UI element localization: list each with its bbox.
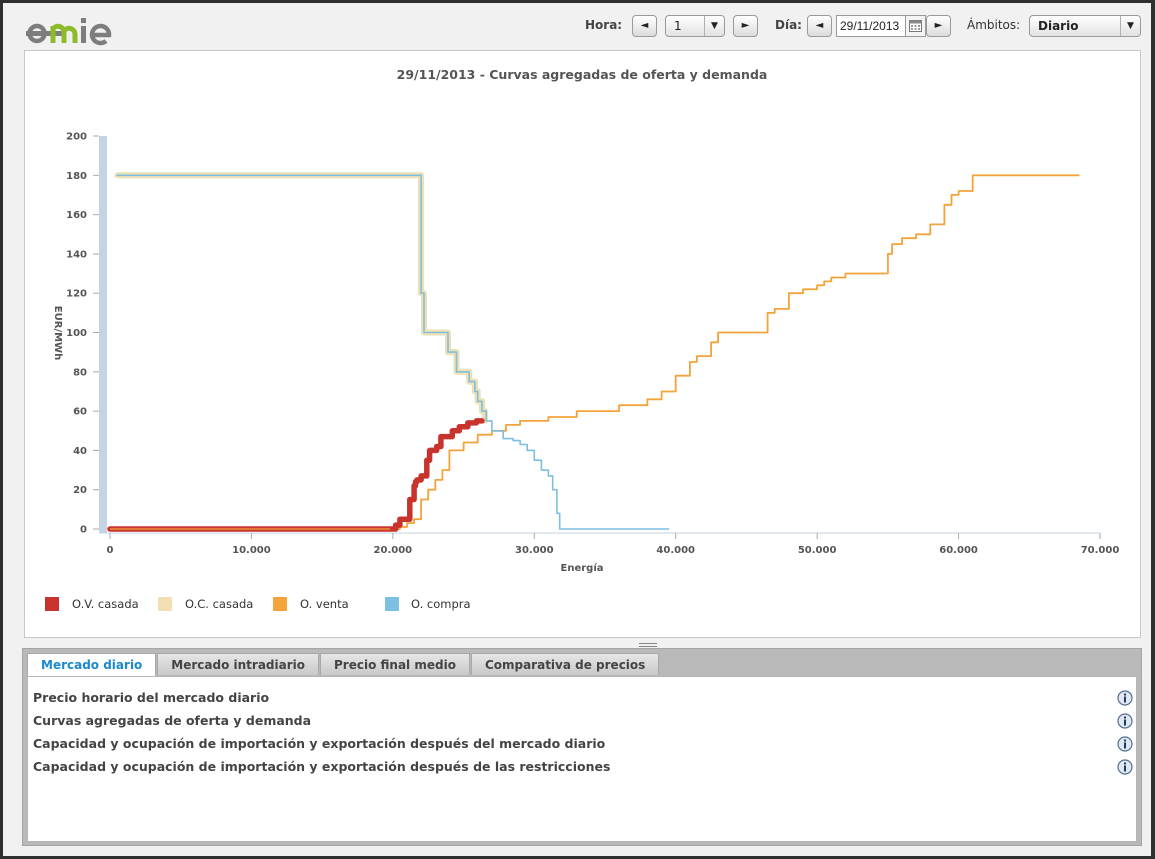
- legend-swatch: [45, 597, 59, 611]
- x-tick-label: 70.000: [1081, 545, 1120, 556]
- y-tick-label: 200: [66, 132, 87, 143]
- y-axis-band: [99, 136, 107, 533]
- report-link-curvas-agregadas[interactable]: Curvas agregadas de oferta y demanda: [33, 711, 1133, 731]
- supply-demand-chart: 29/11/2013 - Curvas agregadas de oferta …: [45, 67, 1120, 611]
- report-link-label: Capacidad y ocupación de importación y e…: [33, 759, 611, 774]
- hora-prev-button[interactable]: ◄: [632, 15, 657, 37]
- report-link-capacidad-mercado-diario[interactable]: Capacidad y ocupación de importación y e…: [33, 734, 1133, 754]
- ambitos-label: Ámbitos:: [967, 18, 1021, 32]
- x-axis-label: Energía: [561, 562, 604, 574]
- y-tick-label: 140: [66, 249, 87, 260]
- series-line-o-c-casada: [114, 172, 488, 424]
- y-tick-label: 80: [73, 367, 87, 378]
- hora-label: Hora:: [585, 18, 623, 32]
- y-tick-label: 0: [80, 525, 87, 536]
- info-icon[interactable]: [1117, 713, 1133, 729]
- report-link-label: Precio horario del mercado diario: [33, 690, 270, 705]
- y-axis-label: EUR/MWh: [52, 306, 63, 360]
- legend-label: O. venta: [300, 597, 349, 611]
- x-tick-label: 30.000: [515, 545, 554, 556]
- series-line-o-venta: [109, 174, 1080, 530]
- legend-label: O. compra: [411, 597, 471, 611]
- x-tick-label: 60.000: [939, 545, 978, 556]
- hora-select-value: 1: [674, 19, 682, 33]
- hora-select[interactable]: 1 ▼: [665, 15, 725, 37]
- x-tick-label: 40.000: [656, 545, 695, 556]
- y-tick-label: 120: [66, 289, 87, 300]
- reports-panel: Mercado diario Mercado intradiario Preci…: [22, 648, 1142, 846]
- info-icon[interactable]: [1117, 736, 1133, 752]
- dia-date-input[interactable]: 29/11/2013: [836, 15, 906, 37]
- ambitos-select-value: Diario: [1038, 19, 1079, 33]
- chart-title: 29/11/2013 - Curvas agregadas de oferta …: [397, 67, 768, 82]
- app-window: Hora: ◄ 1 ▼ ► Día: ◄ 29/11/2013 ► Ámbito…: [3, 3, 1151, 856]
- x-tick-label: 20.000: [374, 545, 413, 556]
- legend-label: O.C. casada: [185, 597, 253, 611]
- tab-comparativa-precios[interactable]: Comparativa de precios: [470, 653, 660, 675]
- y-tick-label: 60: [73, 407, 87, 418]
- report-link-label: Capacidad y ocupación de importación y e…: [33, 736, 606, 751]
- y-tick-label: 20: [73, 485, 87, 496]
- hora-next-button[interactable]: ►: [733, 15, 758, 37]
- report-link-capacidad-restricciones[interactable]: Capacidad y ocupación de importación y e…: [33, 757, 1133, 777]
- dia-prev-button[interactable]: ◄: [807, 15, 832, 37]
- info-icon[interactable]: [1117, 759, 1133, 775]
- y-tick-label: 100: [66, 328, 87, 339]
- chevron-down-icon: ▼: [704, 16, 724, 36]
- y-tick-label: 40: [73, 446, 87, 457]
- omie-logo: [26, 11, 136, 51]
- calendar-icon[interactable]: [906, 15, 926, 37]
- y-tick-label: 160: [66, 210, 87, 221]
- legend-swatch: [385, 597, 399, 611]
- y-tick-label: 180: [66, 171, 87, 182]
- chevron-down-icon: ▼: [1120, 16, 1140, 36]
- series-line-o-compra: [116, 174, 670, 530]
- x-tick-label: 0: [107, 545, 114, 556]
- x-tick-label: 50.000: [798, 545, 837, 556]
- legend-label: O.V. casada: [72, 597, 139, 611]
- chart-panel: 29/11/2013 - Curvas agregadas de oferta …: [24, 50, 1141, 638]
- ambitos-select[interactable]: Diario ▼: [1029, 15, 1141, 37]
- x-tick-label: 10.000: [232, 545, 271, 556]
- legend-swatch: [273, 597, 287, 611]
- legend-swatch: [158, 597, 172, 611]
- report-link-precio-horario[interactable]: Precio horario del mercado diario: [33, 688, 1133, 708]
- dia-next-button[interactable]: ►: [926, 15, 951, 37]
- series-line-o-v-casada: [107, 418, 485, 532]
- tab-mercado-intradiario[interactable]: Mercado intradiario: [157, 653, 320, 675]
- report-link-label: Curvas agregadas de oferta y demanda: [33, 713, 312, 728]
- tab-precio-final-medio[interactable]: Precio final medio: [320, 653, 470, 675]
- tab-content: Precio horario del mercado diario Curvas…: [27, 676, 1137, 842]
- dia-label: Día:: [775, 18, 802, 32]
- series-line-oc-casada-outline: [117, 172, 488, 421]
- report-tabs: Mercado diario Mercado intradiario Preci…: [27, 653, 660, 677]
- tab-mercado-diario[interactable]: Mercado diario: [27, 653, 157, 677]
- info-icon[interactable]: [1117, 690, 1133, 706]
